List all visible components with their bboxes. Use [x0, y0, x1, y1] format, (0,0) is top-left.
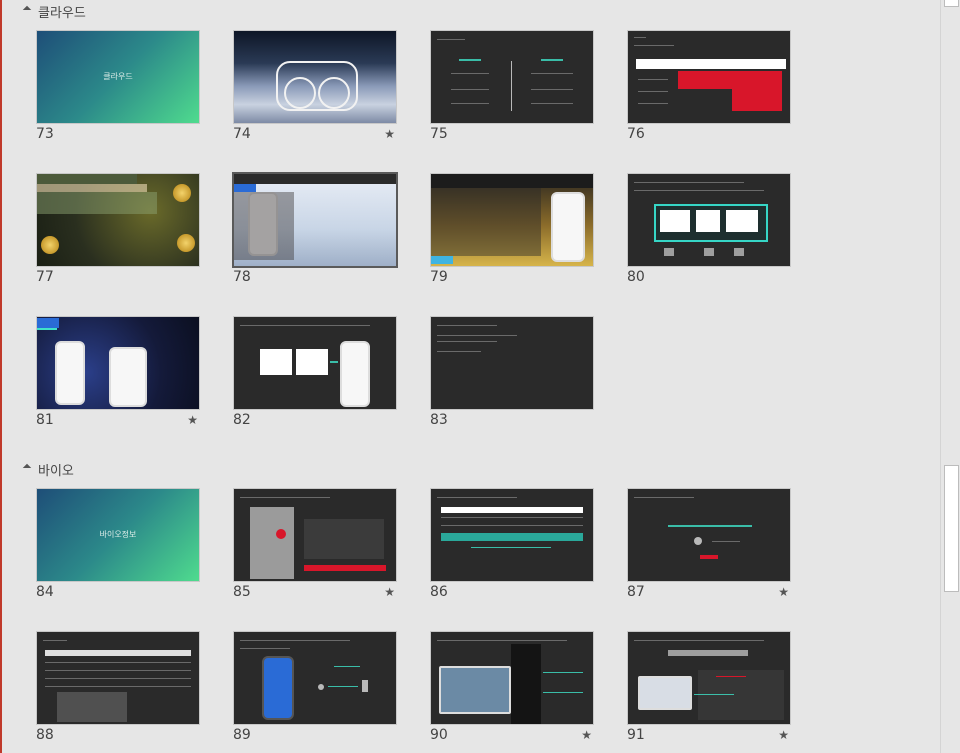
scrollbar-top-button[interactable]: [944, 0, 959, 7]
slide-preview[interactable]: [627, 173, 791, 267]
animation-star-icon: ★: [187, 413, 198, 427]
slide-preview[interactable]: [232, 172, 398, 268]
slide-title-text: 바이오정보: [99, 530, 137, 539]
slide-number: 86: [430, 584, 448, 600]
slide-number: 76: [627, 126, 645, 142]
slide-preview[interactable]: [233, 30, 397, 124]
vertical-scrollbar[interactable]: [940, 0, 960, 753]
slide-preview[interactable]: [36, 631, 200, 725]
slide-preview[interactable]: [233, 631, 397, 725]
slide-number: 80: [627, 269, 645, 285]
section-header-bio[interactable]: 바이오: [22, 458, 74, 480]
slide-number: 85: [233, 584, 251, 600]
slide-sorter-view: 클라우드 클라우드 73 74 ★ 75 76 77 78 79 80 81 ★…: [2, 0, 940, 753]
slide-preview[interactable]: [36, 173, 200, 267]
slide-preview[interactable]: [36, 316, 200, 410]
slide-number: 89: [233, 727, 251, 743]
slide-preview[interactable]: [430, 631, 594, 725]
slide-preview[interactable]: [233, 488, 397, 582]
slide-number: 73: [36, 126, 54, 142]
collapse-triangle-icon[interactable]: [22, 463, 32, 473]
scrollbar-thumb[interactable]: [944, 465, 959, 592]
slide-title-text: 클라우드: [103, 72, 133, 81]
slide-preview[interactable]: [430, 488, 594, 582]
section-title: 바이오: [38, 463, 74, 479]
slide-number: 78: [233, 269, 251, 285]
slide-number: 74: [233, 126, 251, 142]
animation-star-icon: ★: [778, 585, 789, 599]
animation-star-icon: ★: [778, 728, 789, 742]
section-header-cloud[interactable]: 클라우드: [22, 0, 86, 22]
animation-star-icon: ★: [581, 728, 592, 742]
slide-number: 83: [430, 412, 448, 428]
slide-preview[interactable]: [233, 316, 397, 410]
slide-preview[interactable]: [430, 30, 594, 124]
slide-preview[interactable]: 바이오정보: [36, 488, 200, 582]
collapse-triangle-icon[interactable]: [22, 5, 32, 15]
slide-number: 75: [430, 126, 448, 142]
slide-preview[interactable]: [627, 488, 791, 582]
slide-number: 87: [627, 584, 645, 600]
slide-number: 84: [36, 584, 54, 600]
animation-star-icon: ★: [384, 585, 395, 599]
slide-preview[interactable]: [430, 173, 594, 267]
slide-number: 88: [36, 727, 54, 743]
slide-preview[interactable]: [627, 30, 791, 124]
slide-number: 77: [36, 269, 54, 285]
slide-number: 90: [430, 727, 448, 743]
slide-number: 81: [36, 412, 54, 428]
slide-preview[interactable]: 클라우드: [36, 30, 200, 124]
slide-preview[interactable]: [627, 631, 791, 725]
slide-number: 82: [233, 412, 251, 428]
section-title: 클라우드: [38, 5, 86, 21]
slide-preview[interactable]: [430, 316, 594, 410]
slide-number: 91: [627, 727, 645, 743]
slide-number: 79: [430, 269, 448, 285]
animation-star-icon: ★: [384, 127, 395, 141]
